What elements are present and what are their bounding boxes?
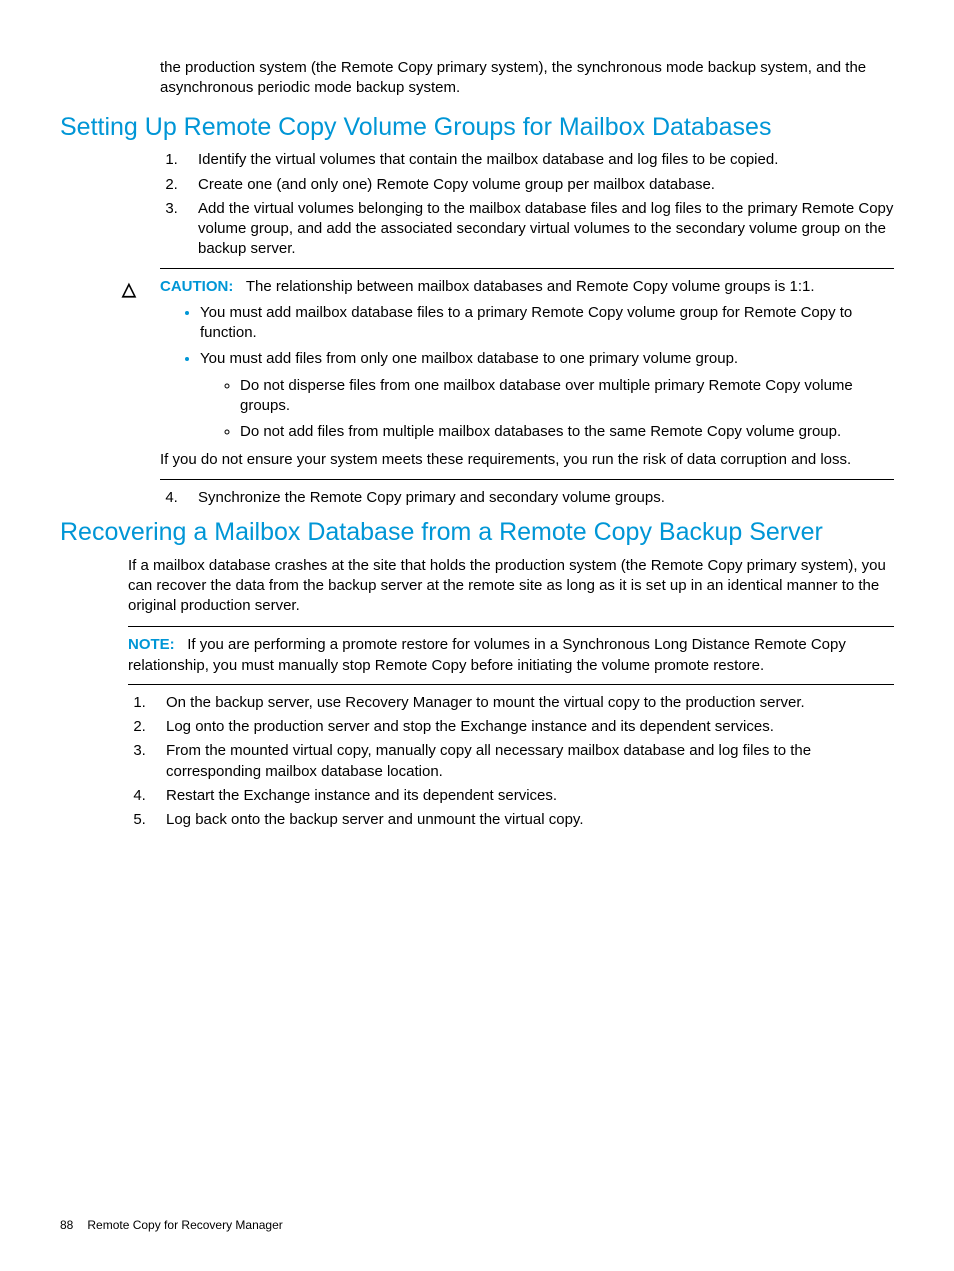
recover-steps-list: On the backup server, use Recovery Manag… bbox=[128, 693, 894, 831]
bullet-text: You must add files from only one mailbox… bbox=[200, 350, 738, 367]
list-item: Log back onto the backup server and unmo… bbox=[150, 810, 894, 830]
caution-block: △ CAUTION: The relationship between mail… bbox=[160, 268, 894, 480]
setup-steps-list: Identify the virtual volumes that contai… bbox=[160, 150, 894, 259]
list-item: Log onto the production server and stop … bbox=[150, 717, 894, 737]
caution-label: CAUTION: bbox=[160, 278, 233, 295]
list-item: You must add files from only one mailbox… bbox=[200, 349, 894, 442]
page-footer: 88 Remote Copy for Recovery Manager bbox=[60, 1217, 283, 1233]
list-item: From the mounted virtual copy, manually … bbox=[150, 741, 894, 782]
setup-steps-list-continued: Synchronize the Remote Copy primary and … bbox=[160, 488, 894, 508]
page-number: 88 bbox=[60, 1218, 73, 1232]
caution-lead: CAUTION: The relationship between mailbo… bbox=[160, 277, 894, 297]
list-item: Synchronize the Remote Copy primary and … bbox=[182, 488, 894, 508]
section-heading-recover: Recovering a Mailbox Database from a Rem… bbox=[60, 516, 894, 550]
list-item: Do not add files from multiple mailbox d… bbox=[240, 422, 894, 442]
list-item: You must add mailbox database files to a… bbox=[200, 303, 894, 344]
list-item: Restart the Exchange instance and its de… bbox=[150, 786, 894, 806]
list-item: Do not disperse files from one mailbox d… bbox=[240, 376, 894, 417]
caution-icon: △ bbox=[122, 277, 136, 301]
caution-trailing: If you do not ensure your system meets t… bbox=[160, 450, 894, 470]
list-item: On the backup server, use Recovery Manag… bbox=[150, 693, 894, 713]
footer-title: Remote Copy for Recovery Manager bbox=[87, 1218, 282, 1232]
caution-lead-text: The relationship between mailbox databas… bbox=[246, 278, 815, 295]
caution-bullet-list: You must add mailbox database files to a… bbox=[160, 303, 894, 443]
list-item: Create one (and only one) Remote Copy vo… bbox=[182, 175, 894, 195]
note-label: NOTE: bbox=[128, 636, 175, 653]
note-text: If you are performing a promote restore … bbox=[128, 636, 846, 673]
recover-paragraph: If a mailbox database crashes at the sit… bbox=[128, 556, 894, 617]
caution-sub-list: Do not disperse files from one mailbox d… bbox=[200, 376, 894, 443]
intro-paragraph: the production system (the Remote Copy p… bbox=[160, 58, 894, 99]
note-block: NOTE: If you are performing a promote re… bbox=[128, 626, 894, 685]
section-heading-setup: Setting Up Remote Copy Volume Groups for… bbox=[60, 111, 894, 145]
list-item: Identify the virtual volumes that contai… bbox=[182, 150, 894, 170]
page-content: the production system (the Remote Copy p… bbox=[0, 0, 954, 830]
list-item: Add the virtual volumes belonging to the… bbox=[182, 199, 894, 260]
